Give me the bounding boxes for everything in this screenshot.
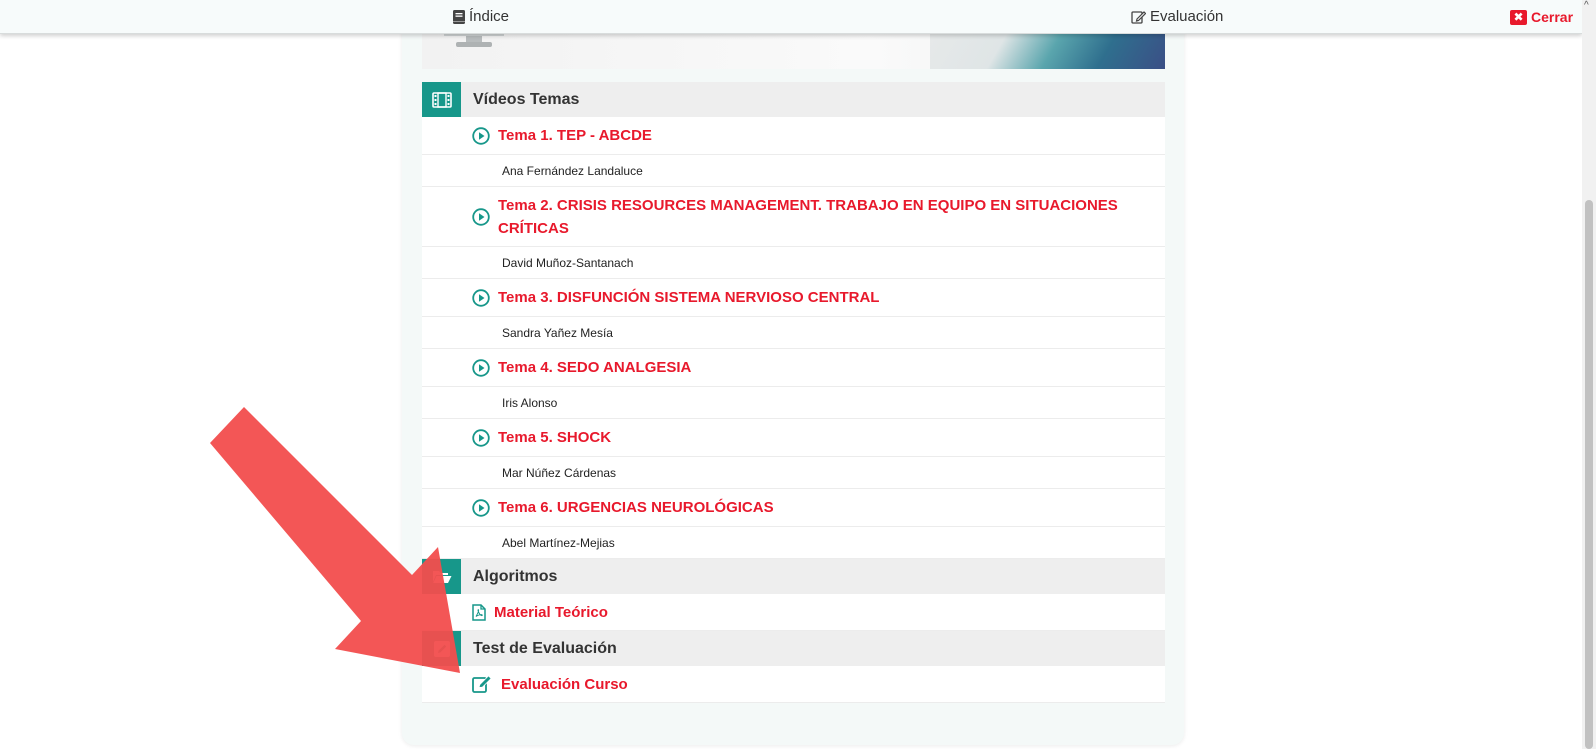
topic-author-5: Mar Núñez Cárdenas [422,457,1165,489]
book-icon [453,9,465,24]
material-teorico-link[interactable]: Material Teórico [494,601,608,624]
edit-icon [1131,10,1146,24]
section-videos-title: Vídeos Temas [473,90,580,108]
index-nav-label: Índice [469,8,510,25]
topic-link-3[interactable]: Tema 3. DISFUNCIÓN SISTEMA NERVIOSO CENT… [498,286,879,309]
scrollbar-thumb[interactable] [1585,200,1593,749]
topic-link-2[interactable]: Tema 2. CRISIS RESOURCES MANAGEMENT. TRA… [498,194,1138,240]
close-button[interactable]: ✖ Cerrar [1510,9,1573,25]
topic-row-4[interactable]: Tema 4. SEDO ANALGESIA [422,349,1165,387]
top-navigation-bar: Índice Evaluación ✖ Cerrar [0,0,1582,34]
topic-author-6: Abel Martínez-Mejias [422,527,1165,559]
topic-author-4: Iris Alonso [422,387,1165,419]
vertical-scrollbar[interactable]: ^ [1582,0,1596,749]
topic-link-4[interactable]: Tema 4. SEDO ANALGESIA [498,356,691,379]
course-content: Vídeos Temas Tema 1. TEP - ABCDE Ana Fer… [422,82,1165,703]
topic-link-6[interactable]: Tema 6. URGENCIAS NEUROLÓGICAS [498,496,774,519]
scroll-up-icon[interactable]: ^ [1584,0,1589,11]
evaluacion-curso-link[interactable]: Evaluación Curso [501,673,628,696]
topic-link-1[interactable]: Tema 1. TEP - ABCDE [498,124,652,147]
close-icon: ✖ [1510,9,1527,25]
topic-row-5[interactable]: Tema 5. SHOCK [422,419,1165,457]
topic-row-6[interactable]: Tema 6. URGENCIAS NEUROLÓGICAS [422,489,1165,527]
evaluacion-curso-row[interactable]: Evaluación Curso [422,666,1165,703]
topic-link-5[interactable]: Tema 5. SHOCK [498,426,611,449]
topic-author-1: Ana Fernández Landaluce [422,155,1165,187]
section-algorithms-title: Algoritmos [473,567,558,585]
topic-author-2: David Muñoz-Santanach [422,247,1165,279]
index-nav-link[interactable]: Índice [453,8,509,25]
film-icon [422,82,461,117]
play-circle-icon [472,288,490,307]
section-videos-header: Vídeos Temas [422,82,1165,117]
section-test-header: Test de Evaluación [422,631,1165,666]
section-algorithms-header: Algoritmos [422,559,1165,594]
topic-row-3[interactable]: Tema 3. DISFUNCIÓN SISTEMA NERVIOSO CENT… [422,279,1165,317]
play-circle-icon [472,126,490,145]
topic-author-3: Sandra Yañez Mesía [422,317,1165,349]
material-teorico-row[interactable]: Material Teórico [422,594,1165,631]
topic-row-1[interactable]: Tema 1. TEP - ABCDE [422,117,1165,155]
topic-row-2[interactable]: Tema 2. CRISIS RESOURCES MANAGEMENT. TRA… [422,187,1165,247]
section-test-title: Test de Evaluación [473,639,617,657]
evaluation-nav-label: Evaluación [1150,8,1224,25]
close-label: Cerrar [1531,9,1574,25]
play-circle-icon [472,358,490,377]
play-circle-icon [472,207,490,226]
evaluation-nav-link[interactable]: Evaluación [1131,8,1223,25]
red-arrow-annotation [210,407,460,673]
